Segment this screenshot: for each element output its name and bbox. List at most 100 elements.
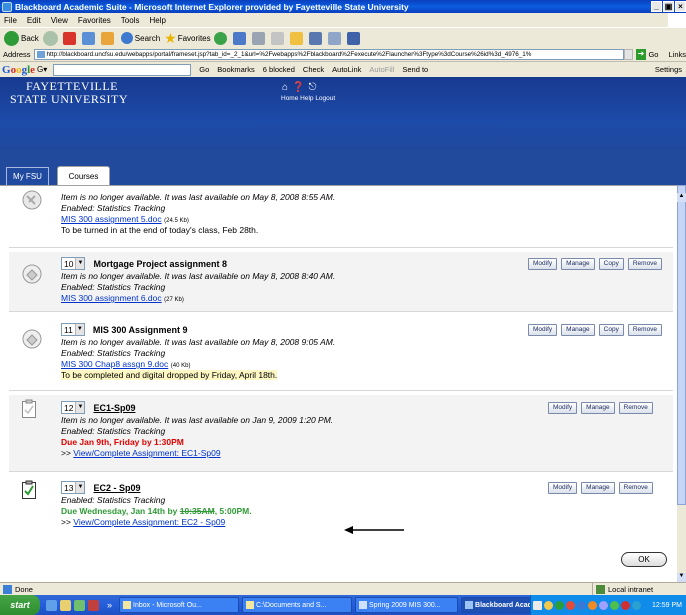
maximize-button[interactable]: ▣: [663, 1, 674, 12]
go-arrow-icon[interactable]: ➜: [635, 49, 647, 60]
messenger-icon[interactable]: [308, 31, 322, 45]
ok-button[interactable]: OK: [621, 552, 667, 567]
menu-file[interactable]: File: [4, 16, 17, 25]
scroll-up-icon[interactable]: ▲: [677, 193, 686, 202]
manage-button[interactable]: Manage: [561, 324, 595, 336]
page-scrollbar[interactable]: ▲ ▼: [677, 185, 686, 582]
item-title-link[interactable]: EC2 - Sp09: [93, 483, 140, 493]
order-select[interactable]: 12 ▼: [61, 401, 86, 414]
menu-help[interactable]: Help: [149, 16, 165, 25]
address-dropdown-icon[interactable]: [623, 49, 633, 60]
history-icon[interactable]: [213, 31, 227, 45]
google-search-input[interactable]: [53, 63, 192, 76]
copy-button[interactable]: Copy: [598, 258, 624, 270]
scroll-thumb[interactable]: [677, 185, 686, 505]
taskbar-chevron-icon[interactable]: »: [107, 600, 112, 610]
tab-my-fsu[interactable]: My FSU: [6, 167, 49, 185]
order-select[interactable]: 11 ▼: [61, 323, 85, 336]
help-icon[interactable]: ❓: [292, 82, 304, 93]
home-icon[interactable]: ⌂: [282, 82, 288, 93]
print-icon[interactable]: [251, 31, 265, 45]
minimize-button[interactable]: _: [651, 1, 662, 12]
manage-button[interactable]: Manage: [581, 402, 615, 414]
modify-button[interactable]: Modify: [528, 324, 558, 336]
clock[interactable]: 12:59 PM: [652, 602, 682, 609]
task-explorer[interactable]: C:\Documents and S...: [242, 597, 353, 613]
modify-button[interactable]: Modify: [548, 482, 578, 494]
manage-button[interactable]: Manage: [561, 258, 595, 270]
tray-icon[interactable]: [599, 600, 608, 610]
tray-icon[interactable]: [588, 600, 597, 610]
home-icon[interactable]: [100, 31, 114, 45]
view-assignment-link[interactable]: View/Complete Assignment: EC1-Sp09: [73, 448, 220, 458]
tray-icon[interactable]: [632, 600, 641, 610]
folder-icon: [246, 601, 255, 609]
refresh-icon[interactable]: [81, 31, 95, 45]
bookmarks-button[interactable]: Bookmarks: [217, 65, 255, 74]
tray-icon[interactable]: [566, 600, 575, 610]
address-input[interactable]: http://blackboard.uncfsu.edu/webapps/por…: [33, 49, 624, 60]
modify-button[interactable]: Modify: [528, 258, 558, 270]
menu-view[interactable]: View: [51, 16, 68, 25]
google-settings-button[interactable]: Settings: [655, 65, 682, 74]
back-button[interactable]: Back: [4, 30, 39, 46]
attachment-link[interactable]: MIS 300 Chap8 assgn 9.doc: [61, 359, 168, 369]
tab-courses[interactable]: Courses: [57, 166, 110, 185]
logout-icon[interactable]: ⎋: [309, 82, 317, 93]
remove-button[interactable]: Remove: [618, 482, 653, 494]
popup-blocked-button[interactable]: 6 blocked: [263, 65, 295, 74]
remove-button[interactable]: Remove: [618, 402, 653, 414]
copy-button[interactable]: Copy: [598, 324, 624, 336]
links-button[interactable]: Links: [668, 50, 686, 59]
app-quicklaunch-icon[interactable]: [88, 599, 99, 611]
order-select[interactable]: 10 ▼: [61, 257, 86, 270]
manage-button[interactable]: Manage: [581, 482, 615, 494]
google-g-dropdown[interactable]: G▾: [37, 65, 47, 74]
scroll-down-icon[interactable]: ▼: [677, 573, 686, 582]
attachment-link[interactable]: MIS 300 assignment 5.doc: [61, 214, 162, 224]
task-inbox[interactable]: Inbox - Microsoft Ou...: [119, 597, 240, 613]
autofill-button[interactable]: AutoFill: [369, 65, 394, 74]
ie-quicklaunch-icon[interactable]: [46, 599, 57, 611]
tray-icon[interactable]: [555, 600, 564, 610]
search-button[interactable]: Search: [120, 32, 160, 44]
tray-icon[interactable]: [621, 600, 630, 610]
chevron-down-icon: ▼: [74, 324, 84, 335]
menu-edit[interactable]: Edit: [27, 16, 41, 25]
remove-button[interactable]: Remove: [627, 258, 663, 270]
remove-button[interactable]: Remove: [627, 324, 663, 336]
send-to-button[interactable]: Send to: [402, 65, 428, 74]
view-assignment-link[interactable]: View/Complete Assignment: EC2 - Sp09: [73, 517, 225, 527]
tray-icon[interactable]: [577, 600, 586, 610]
item-title-link[interactable]: EC1-Sp09: [93, 403, 135, 413]
university-logo[interactable]: Fayetteville State University: [10, 80, 128, 106]
people-icon[interactable]: [346, 31, 360, 45]
task-spring-mis[interactable]: Spring 2009 MIS 300...: [355, 597, 459, 613]
media-quicklaunch-icon[interactable]: [74, 599, 85, 611]
forward-button[interactable]: [42, 30, 60, 46]
start-button[interactable]: start: [0, 595, 40, 615]
favorites-button[interactable]: ★ Favorites: [164, 30, 210, 47]
modify-button[interactable]: Modify: [548, 402, 578, 414]
stop-icon[interactable]: [62, 31, 76, 45]
tray-icon[interactable]: [533, 600, 542, 610]
research-icon[interactable]: [327, 31, 341, 45]
menu-tools[interactable]: Tools: [121, 16, 140, 25]
folder-icon[interactable]: [289, 31, 303, 45]
go-button[interactable]: Go: [648, 50, 658, 59]
autolink-button[interactable]: AutoLink: [332, 65, 361, 74]
mail-icon[interactable]: [232, 31, 246, 45]
edit-icon[interactable]: [270, 31, 284, 45]
spellcheck-button[interactable]: Check: [303, 65, 324, 74]
menu-favorites[interactable]: Favorites: [78, 16, 111, 25]
desktop-quicklaunch-icon[interactable]: [60, 599, 71, 611]
attachment-link[interactable]: MIS 300 assignment 6.doc: [61, 293, 162, 303]
order-select[interactable]: 13 ▼: [61, 481, 86, 494]
course-content-area: Item is no longer available. It was last…: [0, 185, 677, 582]
portal-nav-labels[interactable]: Home Help Logout: [281, 95, 335, 102]
close-button[interactable]: ×: [675, 1, 686, 12]
system-tray: 12:59 PM: [530, 595, 686, 615]
tray-icon[interactable]: [544, 600, 553, 610]
google-go-button[interactable]: Go: [199, 65, 209, 74]
tray-icon[interactable]: [610, 600, 619, 610]
